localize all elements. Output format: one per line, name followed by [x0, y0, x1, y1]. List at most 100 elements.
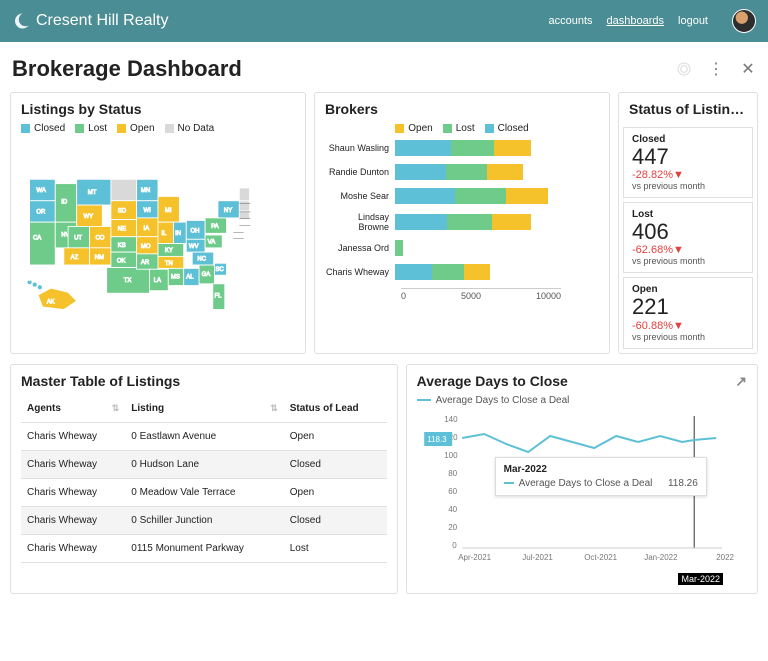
broker-row[interactable]: Shaun Wasling [325, 140, 599, 156]
svg-text:WA: WA [36, 188, 45, 194]
settings-icon[interactable] [676, 61, 692, 77]
broker-row[interactable]: Janessa Ord [325, 240, 599, 256]
svg-text:DE: DE [245, 237, 253, 243]
svg-text:MA: MA [252, 210, 260, 216]
card-avg-days: Average Days to Close↗ Average Days to C… [406, 364, 758, 594]
svg-text:CA: CA [33, 235, 41, 241]
line-chart[interactable]: Average Days to Close a Deal 140120100 8… [417, 395, 747, 585]
svg-text:118.3: 118.3 [427, 435, 447, 444]
svg-text:MN: MN [141, 188, 150, 194]
svg-text:AZ: AZ [71, 255, 79, 261]
svg-text:FL: FL [215, 294, 223, 300]
us-map[interactable]: WA OR CA ID NV MT WY UT CO AZ NM SD NE K… [21, 140, 295, 330]
cell-status: Open [284, 422, 387, 450]
svg-text:GA: GA [202, 272, 211, 278]
svg-text:Jan-2022: Jan-2022 [644, 553, 678, 562]
brokers-legend: Open Lost Closed [325, 123, 599, 134]
stat-box[interactable]: Open221-60.88%▼vs previous month [623, 277, 753, 348]
stat-value: 447 [632, 145, 744, 169]
nav-accounts[interactable]: accounts [548, 15, 592, 27]
broker-row[interactable]: Moshe Sear [325, 188, 599, 204]
svg-text:60: 60 [448, 487, 457, 496]
svg-text:TX: TX [124, 278, 132, 284]
card-status-of-listings: Status of Listin… Closed447-28.82%▼vs pr… [618, 92, 758, 354]
stat-pct: -28.82%▼ [632, 169, 744, 181]
legend-closed: Closed [34, 123, 65, 134]
legend-lost: Lost [88, 123, 107, 134]
chart-tooltip: Mar-2022 Average Days to Close a Deal 11… [495, 457, 707, 496]
table-row[interactable]: Charis Wheway0 Meadow Vale TerraceOpen [21, 478, 387, 506]
stat-pct: -60.88%▼ [632, 320, 744, 332]
legend-lost: Lost [456, 123, 475, 134]
svg-text:KY: KY [165, 248, 173, 254]
legend-nodata: No Data [178, 123, 215, 134]
svg-text:IL: IL [161, 231, 167, 237]
cell-listing: 0 Eastlawn Avenue [125, 422, 283, 450]
legend-closed: Closed [498, 123, 529, 134]
col-listing[interactable]: Listing⇅ [125, 395, 283, 423]
svg-text:2022: 2022 [716, 553, 734, 562]
svg-text:PA: PA [211, 224, 219, 230]
cell-listing: 0115 Monument Parkway [125, 534, 283, 562]
svg-text:MT: MT [88, 190, 97, 196]
table-row[interactable]: Charis Wheway0115 Monument ParkwayLost [21, 534, 387, 562]
svg-text:NH: NH [252, 201, 260, 207]
cell-listing: 0 Hudson Lane [125, 450, 283, 478]
svg-text:KS: KS [118, 243, 126, 249]
card-title: Status of Listin… [619, 93, 757, 121]
card-title: Listings by Status [21, 101, 295, 117]
svg-text:NE: NE [118, 227, 126, 233]
avatar[interactable] [732, 9, 756, 33]
broker-name: Shaun Wasling [325, 143, 395, 153]
card-listings-by-status: Listings by Status Closed Lost Open No D… [10, 92, 306, 354]
broker-row[interactable]: Randie Dunton [325, 164, 599, 180]
svg-text:Oct-2021: Oct-2021 [584, 553, 617, 562]
svg-text:IN: IN [175, 231, 181, 237]
svg-text:WI: WI [143, 208, 151, 214]
stat-value: 221 [632, 295, 744, 319]
col-agents[interactable]: Agents⇅ [21, 395, 125, 423]
table-row[interactable]: Charis Wheway0 Eastlawn AvenueOpen [21, 422, 387, 450]
brokers-chart[interactable]: Shaun Wasling Randie Dunton Moshe Sear Lind… [325, 140, 599, 301]
table-row[interactable]: Charis Wheway0 Schiller JunctionClosed [21, 506, 387, 534]
more-icon[interactable]: ⋮ [708, 61, 724, 77]
svg-text:WV: WV [189, 244, 199, 250]
broker-name: Randie Dunton [325, 167, 395, 177]
cell-status: Lost [284, 534, 387, 562]
broker-name: Janessa Ord [325, 243, 395, 253]
broker-name: Lindsay Browne [325, 212, 395, 232]
svg-text:40: 40 [448, 505, 457, 514]
table-row[interactable]: Charis Wheway0 Hudson LaneClosed [21, 450, 387, 478]
nav-dashboards[interactable]: dashboards [607, 15, 665, 27]
sort-icon[interactable]: ⇅ [270, 403, 278, 414]
expand-icon[interactable]: ↗ [735, 373, 747, 390]
stat-box[interactable]: Lost406-62.68%▼vs previous month [623, 202, 753, 273]
broker-row[interactable]: Charis Wheway [325, 264, 599, 280]
svg-text:MO: MO [141, 244, 151, 250]
cell-status: Closed [284, 450, 387, 478]
tooltip-value: 118.26 [668, 478, 698, 489]
cell-status: Closed [284, 506, 387, 534]
cell-agent: Charis Wheway [21, 478, 125, 506]
cell-listing: 0 Schiller Junction [125, 506, 283, 534]
brand-name: Cresent Hill Realty [36, 12, 168, 30]
stat-box[interactable]: Closed447-28.82%▼vs previous month [623, 127, 753, 198]
close-icon[interactable]: ✕ [740, 61, 756, 77]
card-brokers: Brokers Open Lost Closed Shaun WaslingRa… [314, 92, 610, 354]
series-label: Average Days to Close a Deal [417, 395, 747, 406]
svg-text:OH: OH [191, 228, 200, 234]
stat-value: 406 [632, 220, 744, 244]
broker-row[interactable]: Lindsay Browne [325, 212, 599, 232]
nav-logout[interactable]: logout [678, 15, 708, 27]
svg-text:NJ: NJ [245, 231, 252, 237]
col-status[interactable]: Status of Lead [284, 395, 387, 423]
card-master-table: Master Table of Listings Agents⇅ Listing… [10, 364, 398, 594]
sort-icon[interactable]: ⇅ [112, 403, 120, 414]
cell-agent: Charis Wheway [21, 534, 125, 562]
moon-icon [12, 12, 30, 30]
svg-text:SD: SD [118, 209, 127, 215]
svg-text:NY: NY [224, 208, 232, 214]
svg-text:NM: NM [95, 255, 104, 261]
svg-text:0: 0 [452, 541, 457, 550]
stat-pct: -62.68%▼ [632, 244, 744, 256]
